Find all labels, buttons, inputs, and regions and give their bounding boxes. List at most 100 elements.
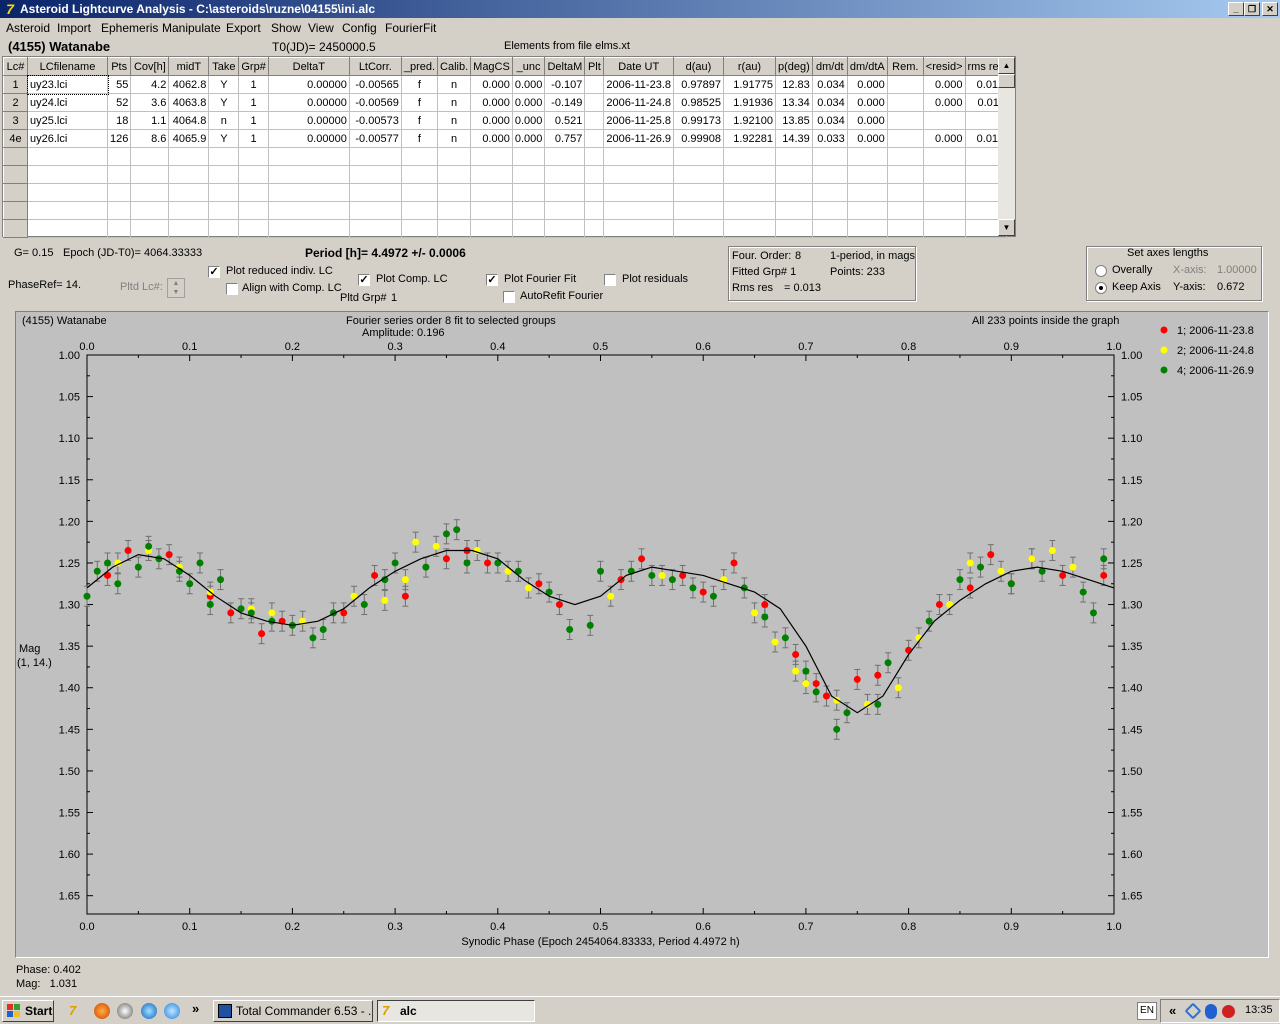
task-alc[interactable]: 7 alc — [377, 1000, 535, 1022]
table-cell[interactable]: 0.000 — [470, 111, 513, 130]
table-cell[interactable] — [673, 219, 724, 238]
table-cell[interactable] — [208, 147, 240, 166]
menu-export[interactable]: Export — [226, 21, 261, 35]
column-header[interactable]: Take — [208, 57, 240, 76]
table-cell[interactable]: -0.00565 — [348, 75, 402, 94]
table-cell[interactable] — [400, 201, 439, 220]
table-cell[interactable] — [27, 147, 108, 166]
table-cell[interactable] — [470, 219, 513, 238]
row-header[interactable]: 3 — [3, 111, 28, 130]
table-cell[interactable] — [584, 219, 605, 238]
menu-config[interactable]: Config — [342, 21, 377, 35]
firefox-icon[interactable] — [94, 1003, 110, 1019]
column-header[interactable]: LCfilename — [27, 57, 108, 76]
table-cell[interactable] — [470, 183, 513, 202]
table-cell[interactable] — [106, 201, 132, 220]
table-cell[interactable]: uy26.lci — [27, 129, 108, 148]
column-header[interactable]: dm/dt — [811, 57, 848, 76]
table-cell[interactable]: 126 — [106, 129, 132, 148]
row-header[interactable] — [3, 183, 28, 202]
table-cell[interactable]: 13.85 — [775, 111, 813, 130]
table-row-empty[interactable] — [3, 165, 1008, 184]
menu-asteroid[interactable]: Asteroid — [6, 21, 50, 35]
table-cell[interactable] — [348, 219, 402, 238]
menu-show[interactable]: Show — [271, 21, 301, 35]
table-cell[interactable] — [168, 165, 210, 184]
table-cell[interactable] — [470, 147, 513, 166]
table-cell[interactable]: 0.000 — [846, 111, 888, 130]
row-header[interactable]: 2 — [3, 93, 28, 112]
row-header[interactable] — [3, 219, 28, 238]
row-header[interactable]: 1 — [3, 75, 28, 94]
column-header[interactable]: r(au) — [723, 57, 776, 76]
table-cell[interactable]: 14.39 — [775, 129, 813, 148]
table-cell[interactable]: 0.000 — [922, 129, 966, 148]
table-cell[interactable]: 8.6 — [130, 129, 170, 148]
table-cell[interactable] — [846, 219, 888, 238]
table-cell[interactable] — [130, 165, 170, 184]
table-cell[interactable] — [846, 147, 888, 166]
table-cell[interactable] — [168, 147, 210, 166]
plot-residuals-checkbox[interactable] — [604, 274, 616, 286]
table-scrollbar[interactable]: ▲ ▼ — [998, 57, 1015, 236]
table-cell[interactable]: 0.99908 — [673, 129, 724, 148]
table-cell[interactable] — [811, 183, 848, 202]
table-cell[interactable]: 1.91775 — [723, 75, 776, 94]
table-cell[interactable] — [267, 147, 350, 166]
menu-manipulate[interactable]: Manipulate — [162, 21, 221, 35]
ie-icon[interactable] — [164, 1003, 180, 1019]
table-cell[interactable]: n — [437, 111, 472, 130]
table-cell[interactable]: -0.00577 — [348, 129, 402, 148]
table-cell[interactable]: 0.757 — [544, 129, 586, 148]
table-cell[interactable]: 0.034 — [811, 93, 848, 112]
table-cell[interactable] — [348, 183, 402, 202]
table-cell[interactable]: f — [400, 75, 439, 94]
column-header[interactable]: MagCS — [470, 57, 513, 76]
plot-fourier-checkbox[interactable]: ✓ — [486, 274, 498, 286]
table-cell[interactable] — [511, 219, 546, 238]
table-cell[interactable]: -0.00573 — [348, 111, 402, 130]
table-cell[interactable]: 0.034 — [811, 75, 848, 94]
table-cell[interactable] — [775, 183, 813, 202]
network-icon[interactable] — [1184, 1002, 1202, 1020]
table-cell[interactable]: uy23.lci — [26, 74, 109, 95]
table-cell[interactable] — [673, 183, 724, 202]
table-cell[interactable]: 1 — [238, 75, 269, 94]
table-cell[interactable]: 13.34 — [775, 93, 813, 112]
menu-import[interactable]: Import — [57, 21, 91, 35]
start-button[interactable]: Start — [2, 1000, 54, 1022]
table-cell[interactable]: 0.521 — [544, 111, 586, 130]
table-cell[interactable]: 0.000 — [470, 93, 513, 112]
table-cell[interactable] — [267, 183, 350, 202]
table-cell[interactable] — [886, 201, 924, 220]
table-cell[interactable] — [584, 93, 605, 112]
table-cell[interactable] — [348, 147, 402, 166]
table-cell[interactable] — [603, 165, 674, 184]
table-cell[interactable] — [723, 201, 776, 220]
table-cell[interactable] — [584, 75, 605, 94]
table-cell[interactable] — [470, 165, 513, 184]
table-cell[interactable]: Y — [208, 75, 240, 94]
column-header[interactable]: p(deg) — [775, 57, 813, 76]
table-cell[interactable]: f — [400, 129, 439, 148]
table-cell[interactable] — [267, 201, 350, 220]
table-row[interactable]: 3 uy25.lci 18 1.1 4064.8 n 1 0.00000 -0.00573 f n 0… — [3, 111, 1008, 130]
table-cell[interactable] — [400, 165, 439, 184]
table-cell[interactable] — [400, 183, 439, 202]
column-header[interactable]: DeltaT — [267, 57, 350, 76]
table-cell[interactable] — [106, 183, 132, 202]
column-header[interactable]: LtCorr. — [348, 57, 402, 76]
table-cell[interactable]: 2006-11-24.8 — [603, 93, 674, 112]
table-cell[interactable]: 0.000 — [846, 93, 888, 112]
column-header[interactable]: midT — [168, 57, 210, 76]
table-cell[interactable]: Y — [208, 93, 240, 112]
table-cell[interactable] — [584, 129, 605, 148]
keep-axis-radio[interactable] — [1095, 282, 1107, 294]
table-cell[interactable] — [584, 165, 605, 184]
table-cell[interactable] — [723, 165, 776, 184]
column-header[interactable]: Lc# — [3, 57, 28, 76]
table-cell[interactable] — [846, 201, 888, 220]
table-cell[interactable]: 0.00000 — [267, 93, 350, 112]
scroll-thumb[interactable] — [998, 74, 1015, 88]
scroll-down-icon[interactable]: ▼ — [998, 219, 1015, 236]
